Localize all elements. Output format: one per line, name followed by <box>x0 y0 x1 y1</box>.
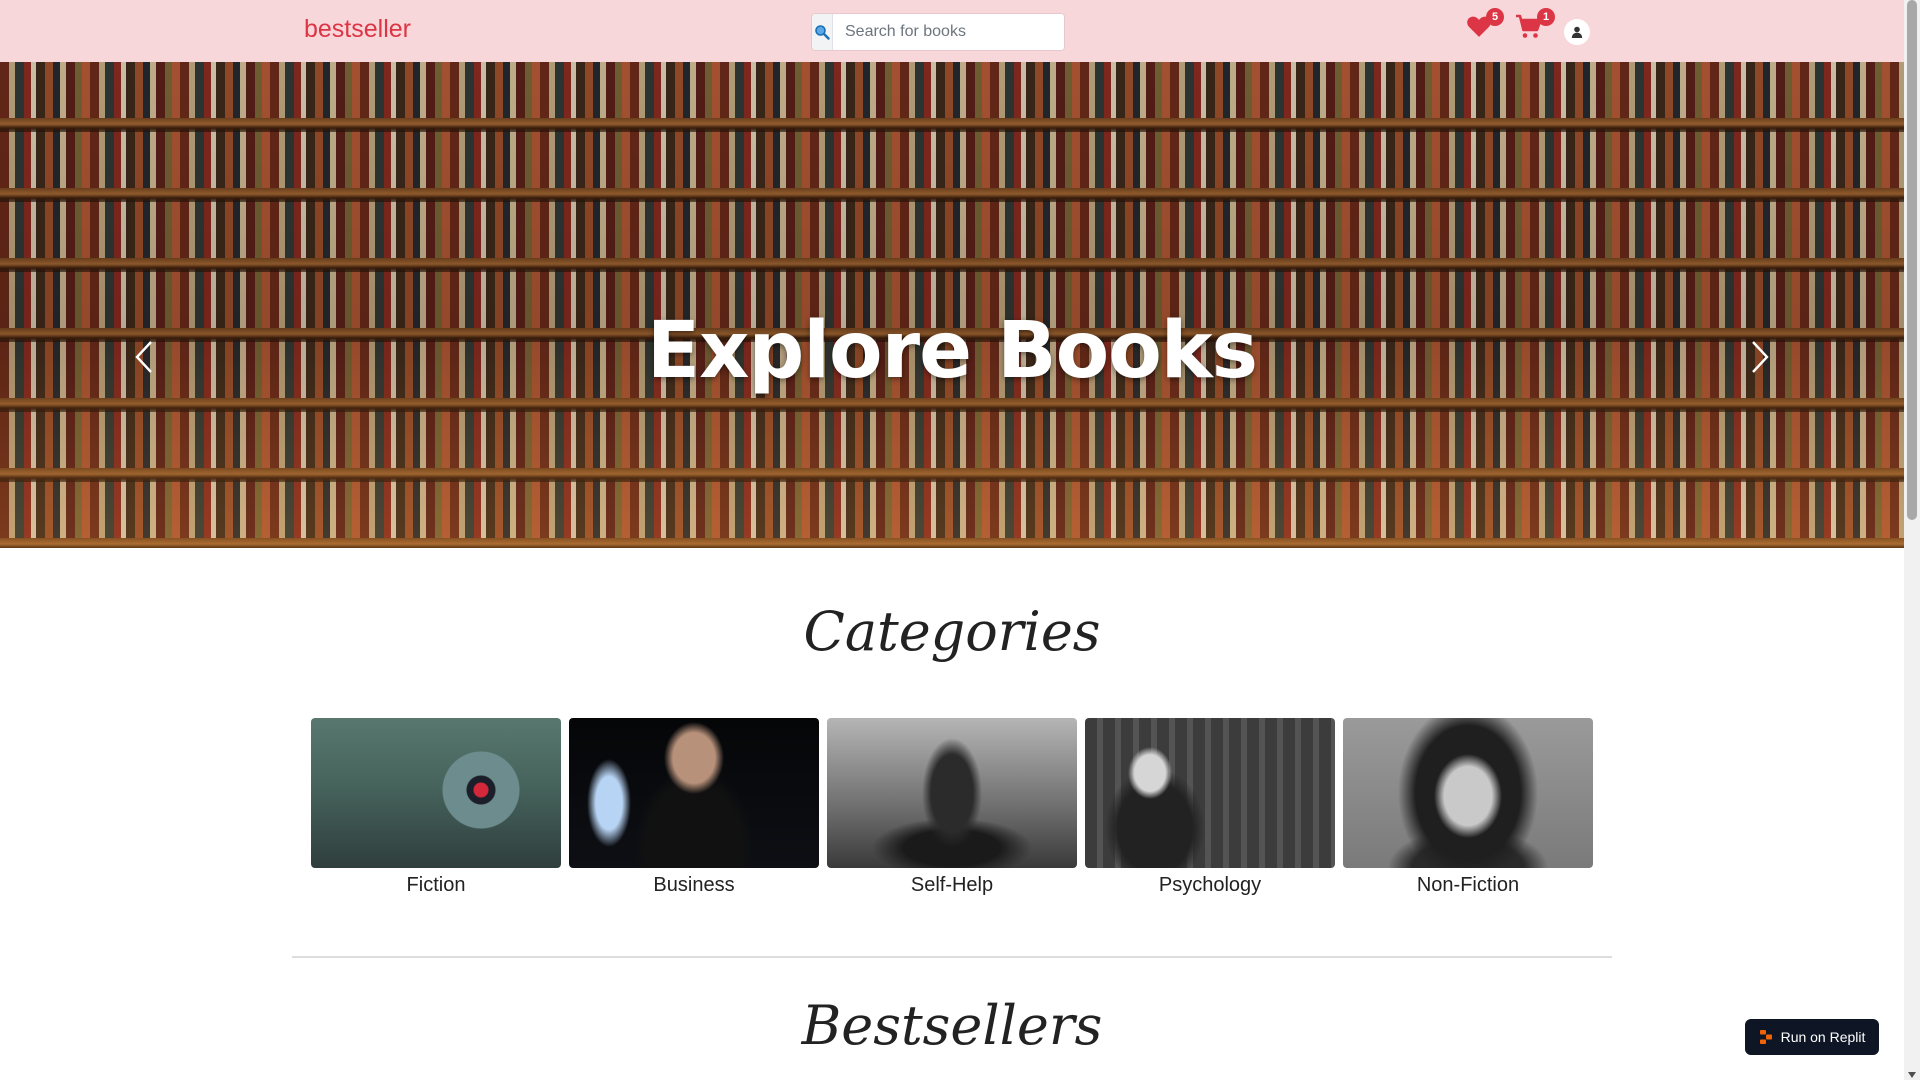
bestsellers-heading: Bestsellers <box>801 994 1103 1057</box>
category-label: Psychology <box>1158 874 1262 896</box>
page-scrollbar[interactable] <box>1904 0 1920 1080</box>
hero-title: Explore Books <box>646 306 1258 396</box>
wishlist-button[interactable]: 5 <box>1466 8 1504 43</box>
cart-button[interactable]: 1 <box>1515 8 1555 45</box>
category-grid: Fiction Business Self-Help Psychology No… <box>311 718 1593 897</box>
carousel-prev-button[interactable] <box>124 327 164 387</box>
category-image-self-help <box>827 718 1077 868</box>
search-button[interactable] <box>812 14 833 50</box>
hero-carousel: Explore Books <box>0 62 1904 548</box>
section-divider <box>292 956 1612 958</box>
chevron-left-icon <box>135 341 152 373</box>
profile-button[interactable] <box>1564 19 1590 45</box>
category-image-business <box>569 718 819 868</box>
search-input[interactable] <box>833 14 1064 50</box>
search-icon <box>815 25 830 40</box>
category-image-non-fiction <box>1343 718 1593 868</box>
run-on-replit-button[interactable]: Run on Replit <box>1745 1019 1879 1055</box>
category-image-fiction <box>311 718 561 868</box>
category-card-business[interactable]: Business <box>569 718 819 897</box>
category-image-psychology <box>1085 718 1335 868</box>
run-on-replit-label: Run on Replit <box>1780 1029 1866 1045</box>
category-label: Fiction <box>406 874 466 896</box>
navbar: bestseller 5 1 <box>0 0 1904 63</box>
brand-logo[interactable]: bestseller <box>304 15 411 44</box>
chevron-right-icon <box>1752 341 1769 373</box>
wishlist-count-badge: 5 <box>1486 8 1504 26</box>
category-label: Non-Fiction <box>1416 874 1520 896</box>
replit-logo-icon <box>1759 1030 1772 1044</box>
carousel-next-button[interactable] <box>1740 327 1780 387</box>
cart-count-badge: 1 <box>1537 8 1555 26</box>
category-card-non-fiction[interactable]: Non-Fiction <box>1343 718 1593 897</box>
category-card-self-help[interactable]: Self-Help <box>827 718 1077 897</box>
scroll-down-icon[interactable] <box>1908 1072 1916 1078</box>
scrollbar-thumb[interactable] <box>1907 0 1917 520</box>
category-card-psychology[interactable]: Psychology <box>1085 718 1335 897</box>
category-card-fiction[interactable]: Fiction <box>311 718 561 897</box>
search-bar <box>811 13 1065 51</box>
user-icon <box>1571 26 1583 38</box>
category-label: Self-Help <box>910 874 994 896</box>
categories-heading: Categories <box>803 600 1101 663</box>
category-label: Business <box>653 874 735 896</box>
